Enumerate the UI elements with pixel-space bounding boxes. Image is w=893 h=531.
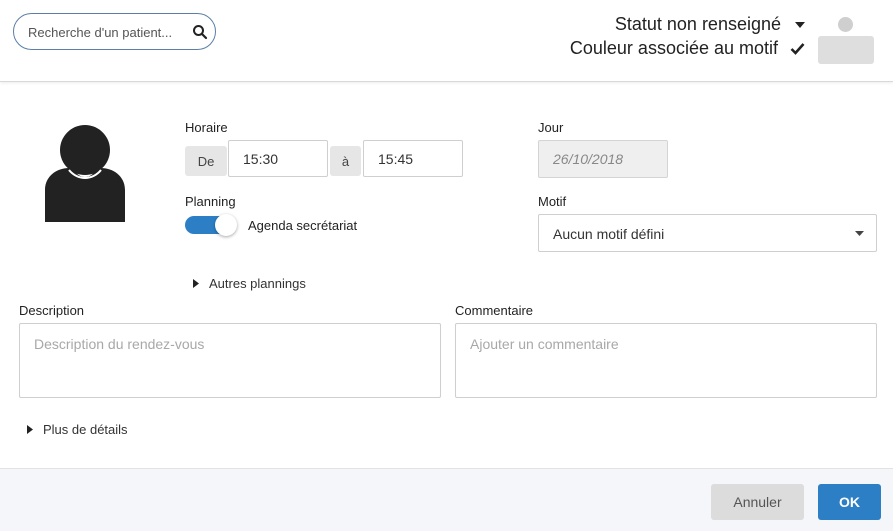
autres-plannings-label: Autres plannings: [209, 276, 306, 291]
motif-color-label: Couleur associée au motif: [569, 38, 778, 58]
caret-down-icon: [795, 21, 805, 28]
from-addon: De: [185, 146, 227, 176]
plus-details-toggle[interactable]: Plus de détails: [27, 422, 128, 437]
patient-search[interactable]: [13, 13, 216, 50]
planning-toggle-text: Agenda secrétariat: [248, 218, 358, 233]
to-addon: à: [330, 146, 361, 176]
status-indicator-dot: [838, 17, 853, 32]
caret-right-icon: [193, 279, 199, 288]
from-time-input[interactable]: [228, 140, 328, 177]
cancel-button[interactable]: Annuler: [711, 484, 804, 520]
motif-label: Motif: [538, 194, 567, 209]
description-label: Description: [19, 303, 85, 318]
patient-search-input[interactable]: [28, 23, 186, 41]
commentaire-textarea[interactable]: [455, 323, 877, 398]
check-icon[interactable]: [790, 42, 805, 55]
patient-avatar-icon: [45, 125, 125, 222]
status-label: Statut non renseigné: [614, 14, 781, 34]
motif-select-value: Aucun motif défini: [553, 226, 665, 242]
status-dropdown[interactable]: Statut non renseigné: [615, 14, 805, 35]
motif-color-row: Couleur associée au motif: [570, 38, 805, 59]
planning-label: Planning: [185, 194, 236, 209]
jour-date-input[interactable]: [538, 140, 668, 178]
header-bar: Statut non renseigné Couleur associée au…: [0, 0, 893, 82]
caret-down-icon: [855, 231, 864, 236]
autres-plannings-toggle[interactable]: Autres plannings: [193, 276, 306, 291]
commentaire-label: Commentaire: [455, 303, 534, 318]
dialog-footer: Annuler OK: [0, 468, 893, 531]
motif-select[interactable]: Aucun motif défini: [538, 214, 877, 252]
search-icon[interactable]: [192, 24, 208, 40]
plus-details-label: Plus de détails: [43, 422, 128, 437]
motif-color-swatch[interactable]: [818, 36, 874, 64]
horaire-label: Horaire: [185, 120, 228, 135]
planning-toggle-knob: [215, 214, 237, 236]
description-textarea[interactable]: [19, 323, 441, 398]
jour-label: Jour: [538, 120, 564, 135]
planning-toggle[interactable]: [185, 214, 237, 236]
to-time-input[interactable]: [363, 140, 463, 177]
caret-right-icon: [27, 425, 33, 434]
ok-button[interactable]: OK: [818, 484, 881, 520]
